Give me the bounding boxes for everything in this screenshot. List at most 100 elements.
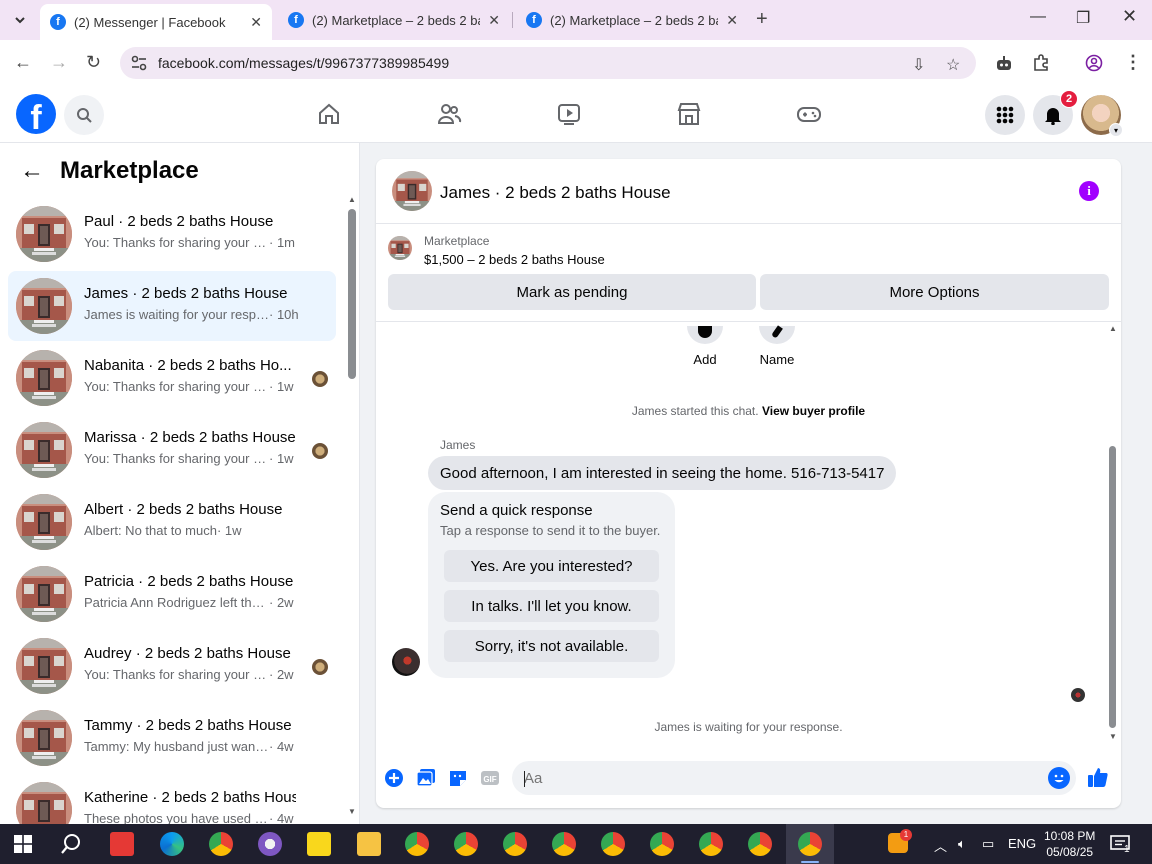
forward-arrow-icon[interactable]: → xyxy=(50,52,68,73)
listing-thumbnail-small[interactable] xyxy=(388,236,412,260)
chrome-profile-icon[interactable] xyxy=(503,832,527,856)
conversation-item[interactable]: Tammy · 2 beds 2 baths House Tammy: My hu… xyxy=(8,703,336,773)
install-app-icon[interactable]: ⇩ xyxy=(912,55,925,75)
quick-response-option-yes[interactable]: Yes. Are you interested? xyxy=(444,550,659,582)
back-arrow-icon[interactable]: ← xyxy=(14,52,32,73)
chrome-active-icon[interactable] xyxy=(798,832,822,856)
browser-tab-marketplace-1[interactable]: f (2) Marketplace – 2 beds 2 bath ✕ xyxy=(278,4,510,36)
facebook-logo-icon[interactable]: f xyxy=(16,94,56,134)
quick-response-subtitle: Tap a response to send it to the buyer. xyxy=(440,523,661,538)
plus-circle-icon[interactable] xyxy=(384,768,404,788)
listing-thumbnail[interactable] xyxy=(392,171,432,211)
tab-search-button[interactable] xyxy=(6,7,34,33)
quick-response-option-not-available[interactable]: Sorry, it's not available. xyxy=(444,630,659,662)
file-explorer-icon[interactable] xyxy=(357,832,381,856)
marketplace-icon[interactable] xyxy=(676,101,702,127)
scroll-up-icon[interactable]: ▲ xyxy=(1109,324,1117,333)
chrome-profile-icon[interactable] xyxy=(650,832,674,856)
paint-app-icon[interactable] xyxy=(258,832,282,856)
incoming-message-bubble[interactable]: Good afternoon, I am interested in seein… xyxy=(428,456,897,490)
photo-gallery-icon[interactable] xyxy=(416,768,436,788)
minimize-icon[interactable]: — xyxy=(1030,8,1046,26)
message-input[interactable] xyxy=(512,761,1076,795)
menu-button[interactable] xyxy=(985,95,1025,135)
clock-time: 10:08 PM xyxy=(1044,829,1096,843)
friends-icon[interactable] xyxy=(436,101,462,127)
conversation-list-scrollbar[interactable]: ▲ ▼ xyxy=(348,195,356,816)
language-indicator[interactable]: ENG xyxy=(1008,836,1036,851)
conversation-item[interactable]: Marissa · 2 beds 2 baths House You: Thank… xyxy=(8,415,336,485)
volume-icon[interactable]: 🔈︎ xyxy=(958,836,966,852)
conversation-item[interactable]: Paul · 2 beds 2 baths House You: Thanks f… xyxy=(8,199,336,269)
info-icon[interactable]: i xyxy=(1079,181,1099,201)
sticky-notes-icon[interactable] xyxy=(307,832,331,856)
more-options-button[interactable]: More Options xyxy=(760,274,1109,310)
edge-browser-icon[interactable] xyxy=(160,832,184,856)
scroll-down-icon[interactable]: ▼ xyxy=(1109,732,1117,741)
scrollbar-thumb[interactable] xyxy=(348,209,356,379)
conversation-item[interactable]: Audrey · 2 beds 2 baths House You: Thanks… xyxy=(8,631,336,701)
gaming-icon[interactable] xyxy=(796,101,822,127)
thumbs-up-icon[interactable] xyxy=(1086,765,1110,789)
browser-tab-marketplace-2[interactable]: f (2) Marketplace – 2 beds 2 bath ✕ xyxy=(516,4,748,36)
bookmark-star-icon[interactable]: ☆ xyxy=(946,55,960,75)
taskbar-search-icon[interactable] xyxy=(60,833,82,855)
thread-scrollbar[interactable]: ▲ ▼ xyxy=(1109,324,1117,744)
sticker-icon[interactable] xyxy=(448,768,468,788)
emoji-icon[interactable] xyxy=(1048,767,1070,789)
add-action[interactable]: Add xyxy=(685,326,725,367)
anydesk-app-icon[interactable] xyxy=(110,832,134,856)
site-settings-icon[interactable] xyxy=(130,54,148,72)
reload-icon[interactable]: ↻ xyxy=(86,52,101,73)
view-buyer-profile-link[interactable]: View buyer profile xyxy=(762,404,865,418)
chrome-browser-icon[interactable] xyxy=(209,832,233,856)
network-icon[interactable]: ▭ xyxy=(982,836,994,852)
home-icon[interactable] xyxy=(316,101,342,127)
listing-price-title[interactable]: $1,500 – 2 beds 2 baths House xyxy=(424,252,605,267)
conversation-item[interactable]: James · 2 beds 2 baths House James is wai… xyxy=(8,271,336,341)
chrome-profile-icon[interactable] xyxy=(405,832,429,856)
close-tab-icon[interactable]: ✕ xyxy=(250,14,262,31)
search-button[interactable] xyxy=(64,95,104,135)
name-action[interactable]: Name xyxy=(757,325,797,367)
conversation-item[interactable]: Nabanita · 2 beds 2 baths Ho... You: Than… xyxy=(8,343,336,413)
browser-tab-messenger[interactable]: f (2) Messenger | Facebook ✕ xyxy=(40,4,272,40)
close-tab-icon[interactable]: ✕ xyxy=(488,12,500,29)
conversation-name: Katherine · 2 beds 2 baths House xyxy=(84,789,296,806)
conversation-item[interactable]: Katherine · 2 beds 2 baths House These ph… xyxy=(8,775,336,824)
chat-title[interactable]: James · 2 beds 2 baths House xyxy=(440,183,671,203)
extension-robot-icon[interactable] xyxy=(995,54,1013,72)
close-tab-icon[interactable]: ✕ xyxy=(726,12,738,29)
browser-menu-icon[interactable]: ⋮ xyxy=(1124,52,1142,73)
tray-overflow-icon[interactable]: ︿ xyxy=(934,836,947,855)
gif-icon[interactable]: GIF xyxy=(480,768,500,788)
extensions-puzzle-icon[interactable] xyxy=(1032,54,1050,72)
account-avatar[interactable]: ▾ xyxy=(1081,95,1123,137)
conversation-item[interactable]: Albert · 2 beds 2 baths House Albert: No … xyxy=(8,487,336,557)
chrome-profile-icon[interactable] xyxy=(699,832,723,856)
scrollbar-thumb[interactable] xyxy=(1109,446,1116,728)
close-window-icon[interactable]: ✕ xyxy=(1122,6,1137,27)
back-arrow-icon[interactable]: ← xyxy=(20,157,44,185)
chrome-profile-icon[interactable] xyxy=(552,832,576,856)
restore-icon[interactable]: ❐ xyxy=(1076,8,1090,28)
address-bar[interactable]: facebook.com/messages/t/9967377389985499… xyxy=(120,47,976,79)
notification-app-icon[interactable]: 1 xyxy=(888,829,912,856)
mark-as-pending-button[interactable]: Mark as pending xyxy=(388,274,756,310)
quick-response-option-in-talks[interactable]: In talks. I'll let you know. xyxy=(444,590,659,622)
conversation-preview-line: You: Thanks for sharing your num... · 1m xyxy=(84,235,295,250)
windows-start-icon[interactable] xyxy=(14,835,32,853)
facebook-favicon-icon: f xyxy=(526,12,542,28)
system-clock[interactable]: 10:08 PM 05/08/25 xyxy=(1044,828,1095,860)
conversation-item[interactable]: Patricia · 2 beds 2 baths House Patricia … xyxy=(8,559,336,629)
buyer-avatar[interactable] xyxy=(392,648,420,676)
video-icon[interactable] xyxy=(556,101,582,127)
chrome-profile-icon[interactable] xyxy=(601,832,625,856)
new-tab-icon[interactable]: + xyxy=(756,8,768,31)
chrome-profile-icon[interactable] xyxy=(748,832,772,856)
scroll-up-icon[interactable]: ▲ xyxy=(348,195,356,204)
profile-icon[interactable] xyxy=(1085,54,1103,72)
scroll-down-icon[interactable]: ▼ xyxy=(348,807,356,816)
svg-text:GIF: GIF xyxy=(483,775,496,784)
chrome-profile-icon[interactable] xyxy=(454,832,478,856)
